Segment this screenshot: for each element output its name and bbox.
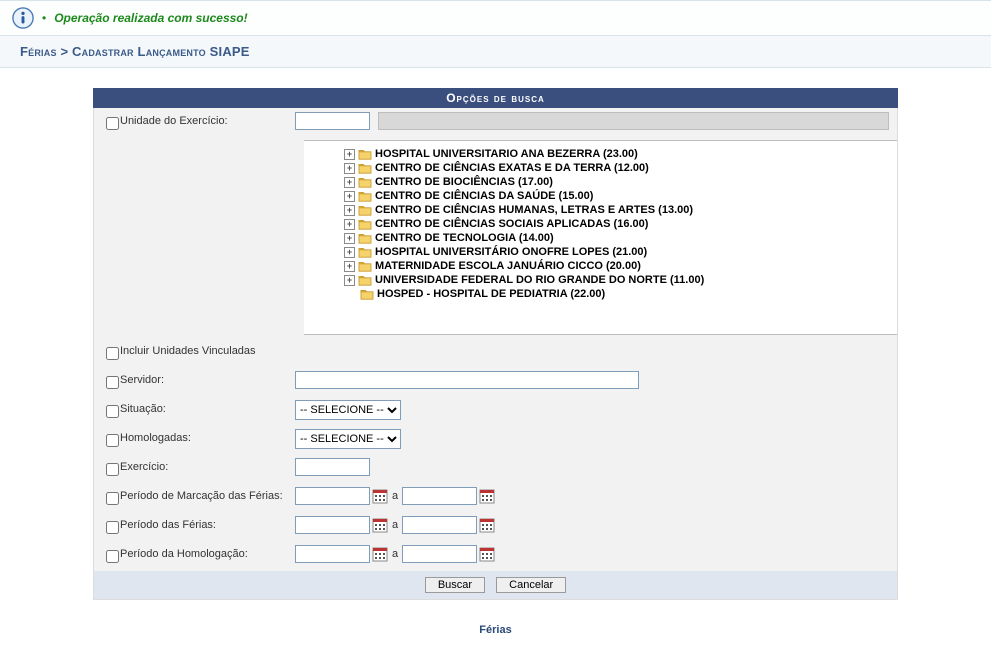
expand-icon[interactable]: + [344, 275, 355, 286]
folder-icon [358, 232, 372, 244]
exercicio-input[interactable] [295, 458, 370, 476]
expand-icon[interactable]: + [344, 191, 355, 202]
tree-label: CENTRO DE CIÊNCIAS HUMANAS, LETRAS E ART… [375, 204, 693, 216]
tree-label: UNIVERSIDADE FEDERAL DO RIO GRANDE DO NO… [375, 274, 704, 286]
expand-icon[interactable]: + [344, 205, 355, 216]
folder-icon [358, 260, 372, 272]
tree-node[interactable]: HOSPED - HOSPITAL DE PEDIATRIA (22.00) [360, 287, 897, 301]
button-bar: Buscar Cancelar [94, 571, 897, 599]
info-icon [12, 7, 34, 29]
periodo-homolog-to-input[interactable] [402, 545, 477, 563]
unidade-label: Unidade do Exercício: [120, 112, 295, 127]
unidade-name-display [378, 112, 889, 130]
unidade-checkbox[interactable] [106, 117, 119, 130]
calendar-icon[interactable] [479, 546, 495, 562]
unidade-code-input[interactable] [295, 112, 370, 130]
homologadas-checkbox[interactable] [106, 434, 119, 447]
periodo-marcacao-checkbox[interactable] [106, 492, 119, 505]
breadcrumb: Férias > Cadastrar Lançamento SIAPE [0, 36, 991, 68]
servidor-input[interactable] [295, 371, 639, 389]
expand-icon[interactable]: + [344, 219, 355, 230]
periodo-marcacao-label: Período de Marcação das Férias: [120, 487, 295, 502]
periodo-ferias-from-input[interactable] [295, 516, 370, 534]
expand-icon[interactable]: + [344, 163, 355, 174]
calendar-icon[interactable] [372, 546, 388, 562]
periodo-marcacao-from-input[interactable] [295, 487, 370, 505]
homologadas-label: Homologadas: [120, 429, 295, 444]
calendar-icon[interactable] [479, 517, 495, 533]
periodo-marcacao-to-input[interactable] [402, 487, 477, 505]
tree-node[interactable]: + CENTRO DE BIOCIÊNCIAS (17.00) [344, 175, 897, 189]
periodo-ferias-label: Período das Férias: [120, 516, 295, 531]
expand-icon[interactable]: + [344, 177, 355, 188]
calendar-icon[interactable] [372, 517, 388, 533]
separator-a: a [392, 519, 398, 531]
expand-icon[interactable]: + [344, 149, 355, 160]
servidor-label: Servidor: [120, 371, 295, 386]
tree-node[interactable]: + HOSPITAL UNIVERSITARIO ANA BEZERRA (23.… [344, 147, 897, 161]
tree-label: HOSPED - HOSPITAL DE PEDIATRIA (22.00) [377, 288, 605, 300]
search-panel: Unidade do Exercício: + HOSPITAL UNIVERSI… [93, 108, 898, 600]
separator-a: a [392, 548, 398, 560]
exercicio-checkbox[interactable] [106, 463, 119, 476]
tree-label: HOSPITAL UNIVERSITARIO ANA BEZERRA (23.0… [375, 148, 638, 160]
panel-title: Opções de busca [93, 88, 898, 108]
folder-icon [358, 190, 372, 202]
tree-label: MATERNIDADE ESCOLA JANUÁRIO CICCO (20.00… [375, 260, 641, 272]
tree-node[interactable]: + CENTRO DE TECNOLOGIA (14.00) [344, 231, 897, 245]
tree-node[interactable]: + CENTRO DE CIÊNCIAS HUMANAS, LETRAS E AR… [344, 203, 897, 217]
situacao-select[interactable]: -- SELECIONE -- [295, 400, 401, 420]
tree-node[interactable]: + CENTRO DE CIÊNCIAS SOCIAIS APLICADAS (1… [344, 217, 897, 231]
tree-label: CENTRO DE CIÊNCIAS SOCIAIS APLICADAS (16… [375, 218, 648, 230]
folder-icon [358, 176, 372, 188]
situacao-checkbox[interactable] [106, 405, 119, 418]
periodo-homolog-checkbox[interactable] [106, 550, 119, 563]
folder-icon [360, 288, 374, 300]
calendar-icon[interactable] [372, 488, 388, 504]
buscar-button[interactable]: Buscar [425, 577, 485, 593]
servidor-checkbox[interactable] [106, 376, 119, 389]
success-banner: • Operação realizada com sucesso! [0, 0, 991, 36]
tree-node[interactable]: + CENTRO DE CIÊNCIAS DA SAÚDE (15.00) [344, 189, 897, 203]
incluir-label: Incluir Unidades Vinculadas [120, 342, 256, 357]
tree-label: CENTRO DE BIOCIÊNCIAS (17.00) [375, 176, 553, 188]
folder-icon [358, 246, 372, 258]
folder-icon [358, 274, 372, 286]
separator-a: a [392, 490, 398, 502]
folder-icon [358, 218, 372, 230]
tree-node[interactable]: + MATERNIDADE ESCOLA JANUÁRIO CICCO (20.0… [344, 259, 897, 273]
expand-icon[interactable]: + [344, 247, 355, 258]
expand-icon[interactable]: + [344, 233, 355, 244]
tree-label: CENTRO DE CIÊNCIAS EXATAS E DA TERRA (12… [375, 162, 649, 174]
calendar-icon[interactable] [479, 488, 495, 504]
tree-node[interactable]: + CENTRO DE CIÊNCIAS EXATAS E DA TERRA (1… [344, 161, 897, 175]
incluir-checkbox[interactable] [106, 347, 119, 360]
exercicio-label: Exercício: [120, 458, 295, 473]
bullet-icon: • [42, 11, 46, 25]
footer-link[interactable]: Férias [93, 600, 898, 648]
tree-node[interactable]: + HOSPITAL UNIVERSITÁRIO ONOFRE LOPES (21… [344, 245, 897, 259]
success-message: Operação realizada com sucesso! [54, 11, 247, 25]
tree-label: HOSPITAL UNIVERSITÁRIO ONOFRE LOPES (21.… [375, 246, 647, 258]
periodo-ferias-checkbox[interactable] [106, 521, 119, 534]
expand-icon[interactable]: + [344, 261, 355, 272]
homologadas-select[interactable]: -- SELECIONE -- [295, 429, 401, 449]
periodo-homolog-from-input[interactable] [295, 545, 370, 563]
tree-node[interactable]: + UNIVERSIDADE FEDERAL DO RIO GRANDE DO N… [344, 273, 897, 287]
folder-icon [358, 162, 372, 174]
folder-icon [358, 204, 372, 216]
tree-label: CENTRO DE TECNOLOGIA (14.00) [375, 232, 554, 244]
unidade-tree[interactable]: + HOSPITAL UNIVERSITARIO ANA BEZERRA (23.… [304, 140, 897, 335]
folder-icon [358, 148, 372, 160]
periodo-ferias-to-input[interactable] [402, 516, 477, 534]
situacao-label: Situação: [120, 400, 295, 415]
cancelar-button[interactable]: Cancelar [496, 577, 566, 593]
tree-label: CENTRO DE CIÊNCIAS DA SAÚDE (15.00) [375, 190, 593, 202]
periodo-homolog-label: Período da Homologação: [120, 545, 295, 560]
